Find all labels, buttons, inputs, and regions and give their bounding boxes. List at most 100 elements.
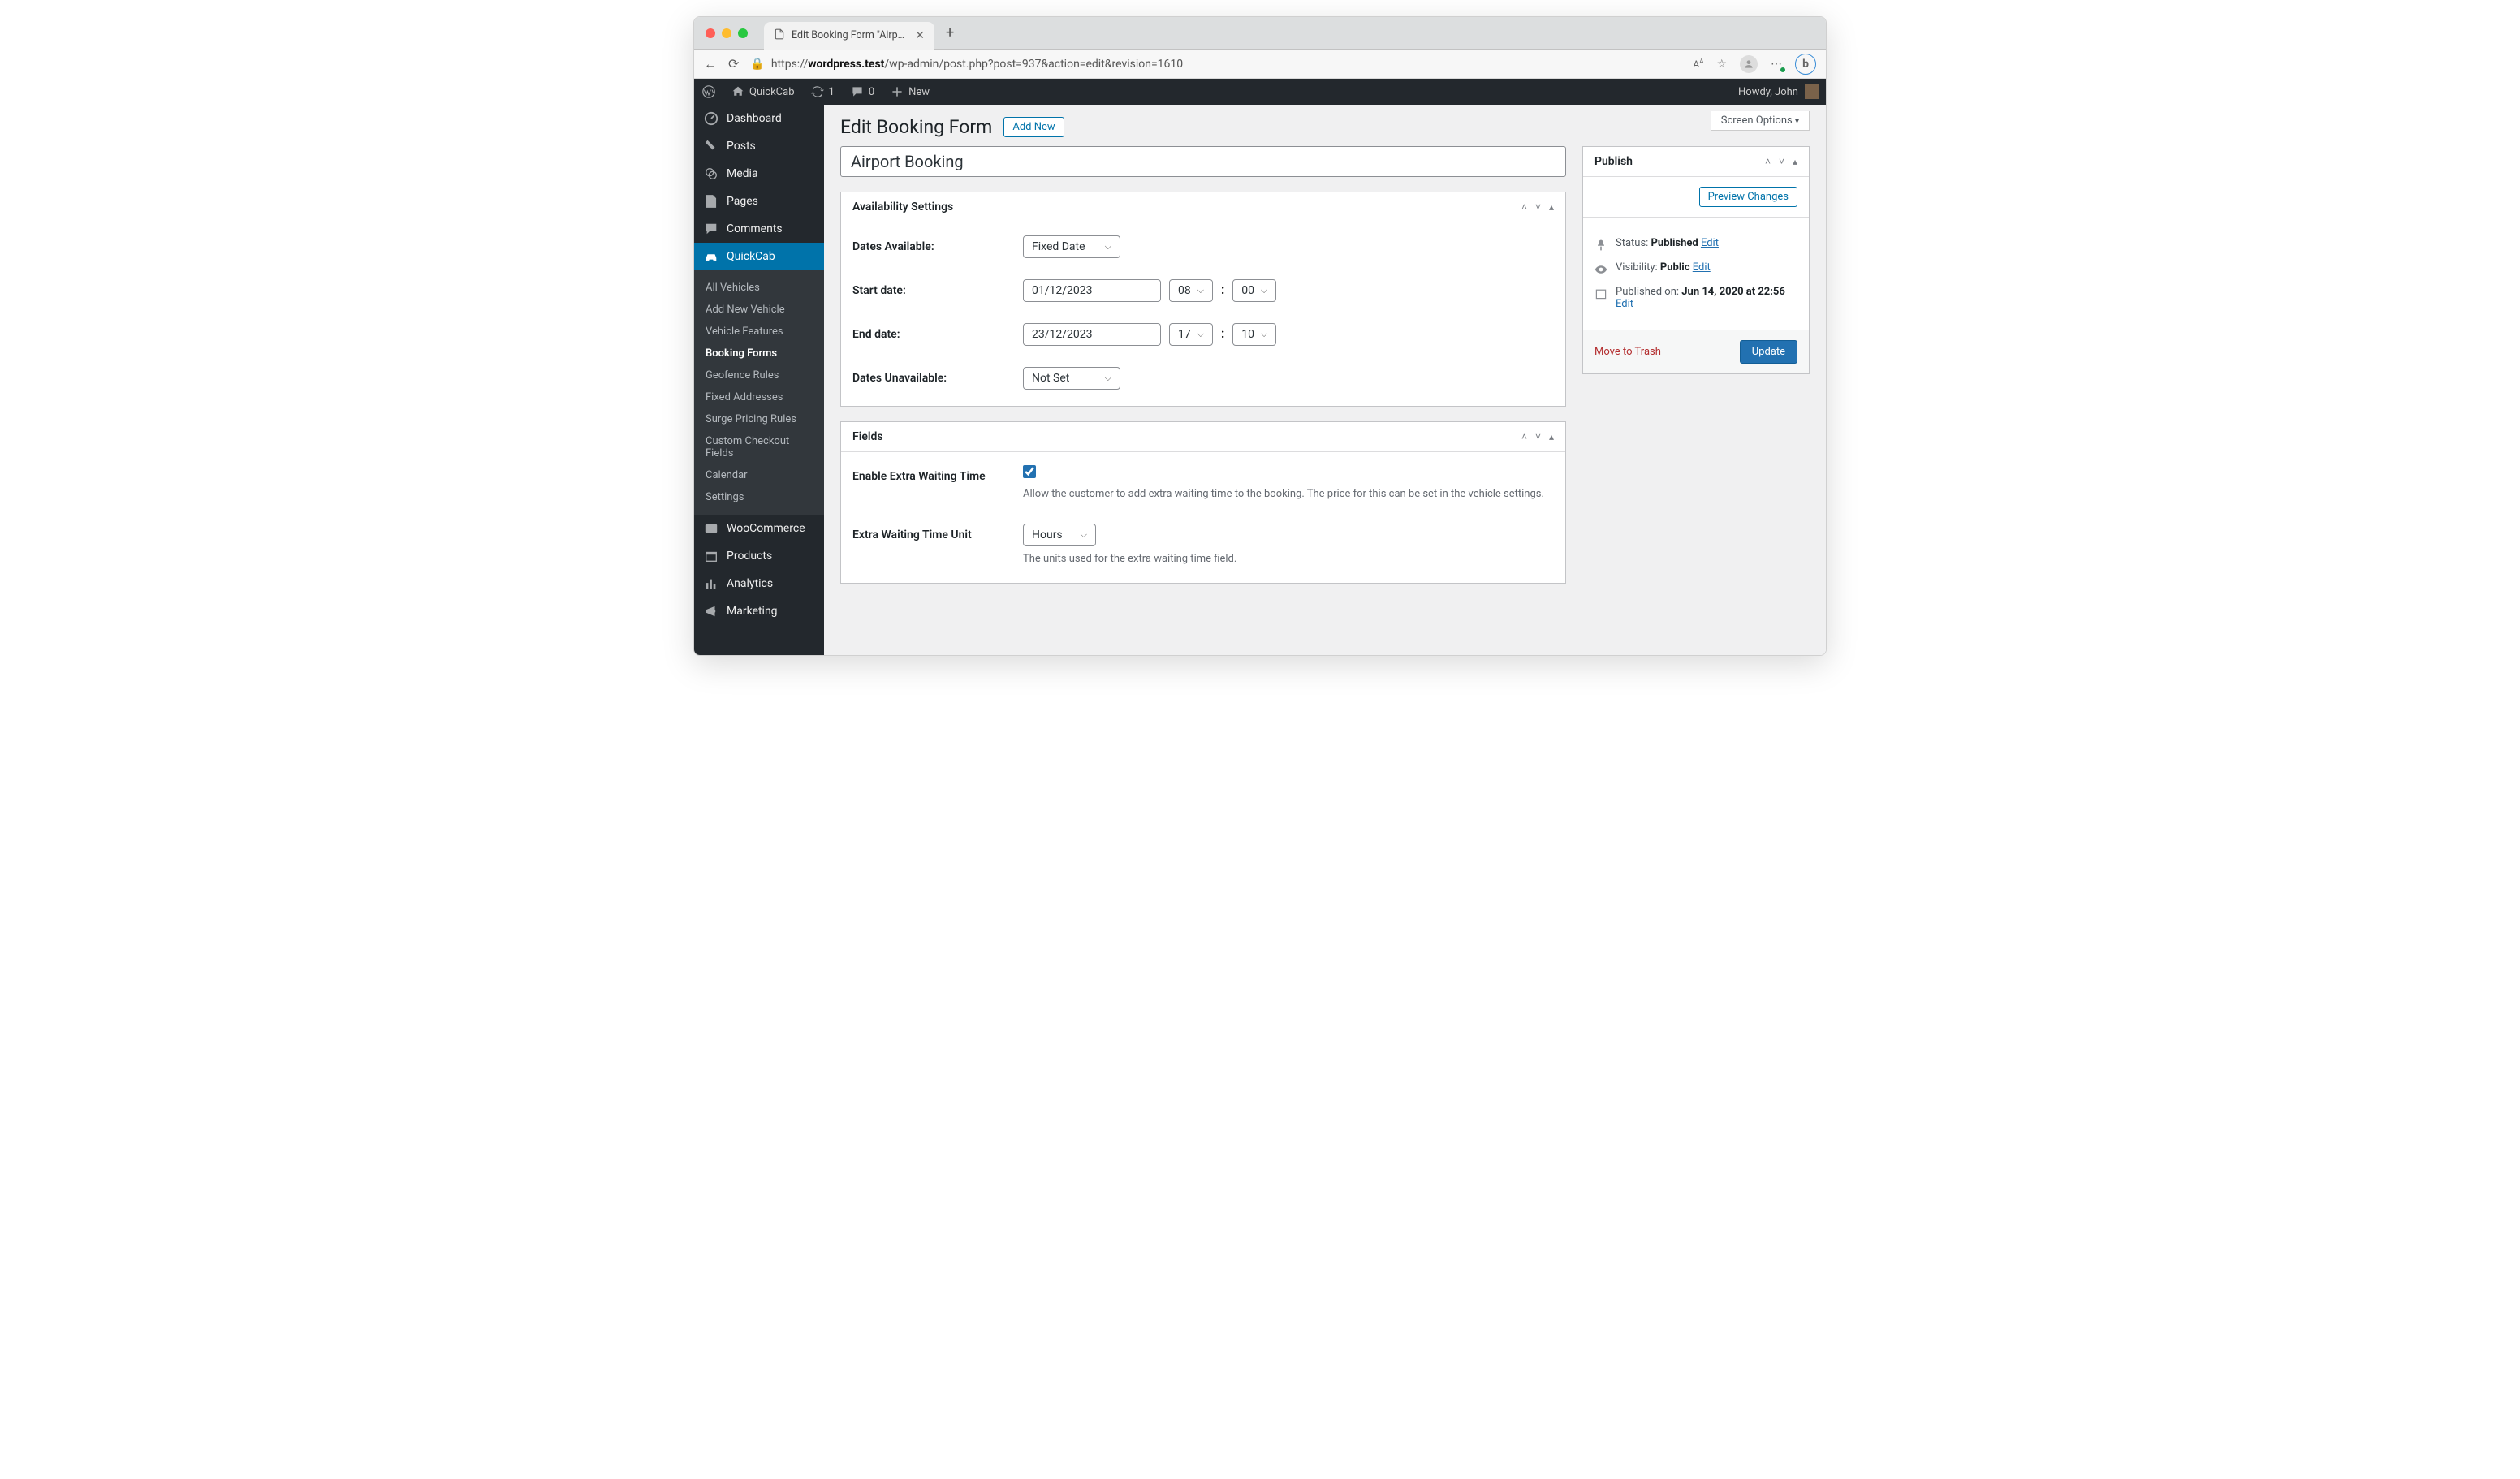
calendar-icon [1594, 287, 1607, 300]
sidebar-item-comments[interactable]: Comments [694, 215, 824, 243]
select-value: Hours [1032, 528, 1063, 541]
url-prefix: https:// [771, 58, 808, 71]
sidebar-item-woocommerce[interactable]: WooCommerce [694, 515, 824, 542]
post-title-input[interactable] [840, 146, 1566, 177]
preview-changes-button[interactable]: Preview Changes [1699, 187, 1797, 207]
sidebar-label: Posts [727, 140, 756, 153]
sidebar-label: Comments [727, 222, 783, 235]
edit-date-link[interactable]: Edit [1616, 298, 1633, 310]
move-down-icon[interactable]: ˅ [1779, 156, 1784, 167]
sidebar-item-analytics[interactable]: Analytics [694, 570, 824, 597]
howdy-text: Howdy, John [1738, 86, 1798, 98]
user-menu[interactable]: Howdy, John [1738, 84, 1826, 99]
favorite-icon[interactable]: ☆ [1716, 58, 1727, 71]
start-date-input[interactable] [1023, 279, 1161, 302]
waiting-time-checkbox[interactable] [1023, 465, 1036, 478]
chevron-down-icon: ⌵ [1261, 329, 1267, 340]
select-value: Not Set [1032, 372, 1069, 385]
page-header: Edit Booking Form Add New [824, 105, 1711, 146]
move-to-trash-link[interactable]: Move to Trash [1594, 346, 1661, 358]
new-tab-button[interactable]: + [946, 24, 954, 41]
browser-tab[interactable]: Edit Booking Form "Airport Bo... ✕ [764, 22, 934, 50]
end-hour-select[interactable]: 17 ⌵ [1169, 323, 1213, 346]
sidebar-item-media[interactable]: Media [694, 160, 824, 188]
dates-available-select[interactable]: Fixed Date ⌵ [1023, 235, 1120, 258]
sidebar-label: Marketing [727, 605, 778, 618]
time-separator: : [1221, 282, 1224, 297]
move-up-icon[interactable]: ˄ [1521, 431, 1527, 442]
edit-visibility-link[interactable]: Edit [1693, 261, 1711, 274]
sidebar-sub-all-vehicles[interactable]: All Vehicles [694, 277, 824, 299]
end-date-label: End date: [852, 323, 1023, 341]
refresh-button[interactable]: ⟳ [728, 56, 739, 71]
sidebar-label: Pages [727, 195, 758, 208]
toggle-panel-icon[interactable]: ▴ [1793, 156, 1797, 167]
bing-icon[interactable]: b [1795, 54, 1816, 75]
updates-count: 1 [829, 86, 835, 98]
sidebar-item-posts[interactable]: Posts [694, 132, 824, 160]
url-path: /wp-admin/post.php?post=937&action=edit&… [884, 58, 1183, 71]
sidebar-sub-vehicle-features[interactable]: Vehicle Features [694, 321, 824, 343]
status-value: Published [1651, 237, 1698, 249]
move-down-icon[interactable]: ˅ [1535, 201, 1541, 213]
start-minute-select[interactable]: 00 ⌵ [1232, 279, 1276, 302]
admin-sidebar: Dashboard Posts Media Pages Comments Qui… [694, 105, 824, 655]
waiting-unit-select[interactable]: Hours ⌵ [1023, 524, 1096, 546]
sidebar-item-dashboard[interactable]: Dashboard [694, 105, 824, 132]
profile-icon[interactable] [1740, 55, 1758, 73]
new-content-link[interactable]: New [882, 79, 938, 105]
sidebar-sub-calendar[interactable]: Calendar [694, 464, 824, 486]
end-minute-select[interactable]: 10 ⌵ [1232, 323, 1276, 346]
comments-count: 0 [869, 86, 874, 98]
sidebar-label: QuickCab [727, 250, 775, 263]
toggle-panel-icon[interactable]: ▴ [1549, 201, 1554, 213]
sidebar-sub-add-new-vehicle[interactable]: Add New Vehicle [694, 299, 824, 321]
visibility-value: Public [1660, 261, 1690, 274]
dates-unavailable-select[interactable]: Not Set ⌵ [1023, 367, 1120, 390]
fields-title: Fields [852, 430, 883, 443]
chevron-down-icon: ⌵ [1081, 529, 1087, 541]
waiting-unit-desc: The units used for the extra waiting tim… [1023, 551, 1554, 567]
chevron-down-icon: ⌵ [1105, 241, 1111, 252]
sidebar-item-quickcab[interactable]: QuickCab [694, 243, 824, 270]
wp-logo-icon[interactable] [694, 79, 723, 105]
window-close-icon[interactable] [706, 28, 715, 38]
site-name-link[interactable]: QuickCab [723, 79, 803, 105]
availability-postbox: Availability Settings ˄ ˅ ▴ Dates Availa… [840, 192, 1566, 407]
end-date-input[interactable] [1023, 323, 1161, 346]
window-minimize-icon[interactable] [722, 28, 731, 38]
more-icon[interactable]: ⋯ [1771, 58, 1782, 71]
sidebar-sub-surge-pricing-rules[interactable]: Surge Pricing Rules [694, 408, 824, 430]
update-button[interactable]: Update [1740, 340, 1797, 364]
publish-visibility-row: Visibility: Public Edit [1594, 261, 1797, 276]
tab-close-icon[interactable]: ✕ [915, 29, 925, 42]
sidebar-label: Products [727, 550, 772, 563]
sidebar-item-pages[interactable]: Pages [694, 188, 824, 215]
sidebar-item-marketing[interactable]: Marketing [694, 597, 824, 625]
move-down-icon[interactable]: ˅ [1535, 431, 1541, 442]
sidebar-label: WooCommerce [727, 522, 805, 535]
back-button[interactable]: ← [704, 56, 717, 72]
text-size-icon[interactable]: AA [1693, 58, 1703, 70]
edit-status-link[interactable]: Edit [1701, 237, 1719, 249]
lock-icon: 🔒 [750, 58, 764, 71]
sidebar-sub-settings[interactable]: Settings [694, 486, 824, 508]
move-up-icon[interactable]: ˄ [1521, 201, 1527, 213]
sidebar-sub-custom-checkout-fields[interactable]: Custom Checkout Fields [694, 430, 824, 464]
select-value: Fixed Date [1032, 240, 1085, 253]
url-field[interactable]: 🔒 https://wordpress.test/wp-admin/post.p… [750, 58, 1673, 71]
window-zoom-icon[interactable] [738, 28, 748, 38]
updates-link[interactable]: 1 [803, 79, 843, 105]
start-hour-select[interactable]: 08 ⌵ [1169, 279, 1213, 302]
move-up-icon[interactable]: ˄ [1765, 156, 1771, 167]
address-bar-icons: AA ☆ ⋯ b [1693, 54, 1816, 75]
add-new-button[interactable]: Add New [1003, 117, 1064, 137]
sidebar-item-products[interactable]: Products [694, 542, 824, 570]
sidebar-sub-booking-forms[interactable]: Booking Forms [694, 343, 824, 364]
sidebar-sub-fixed-addresses[interactable]: Fixed Addresses [694, 386, 824, 408]
sidebar-sub-geofence-rules[interactable]: Geofence Rules [694, 364, 824, 386]
comments-link[interactable]: 0 [843, 79, 882, 105]
avatar-icon [1805, 84, 1819, 99]
screen-options-button[interactable]: Screen Options [1711, 111, 1810, 131]
toggle-panel-icon[interactable]: ▴ [1549, 431, 1554, 442]
